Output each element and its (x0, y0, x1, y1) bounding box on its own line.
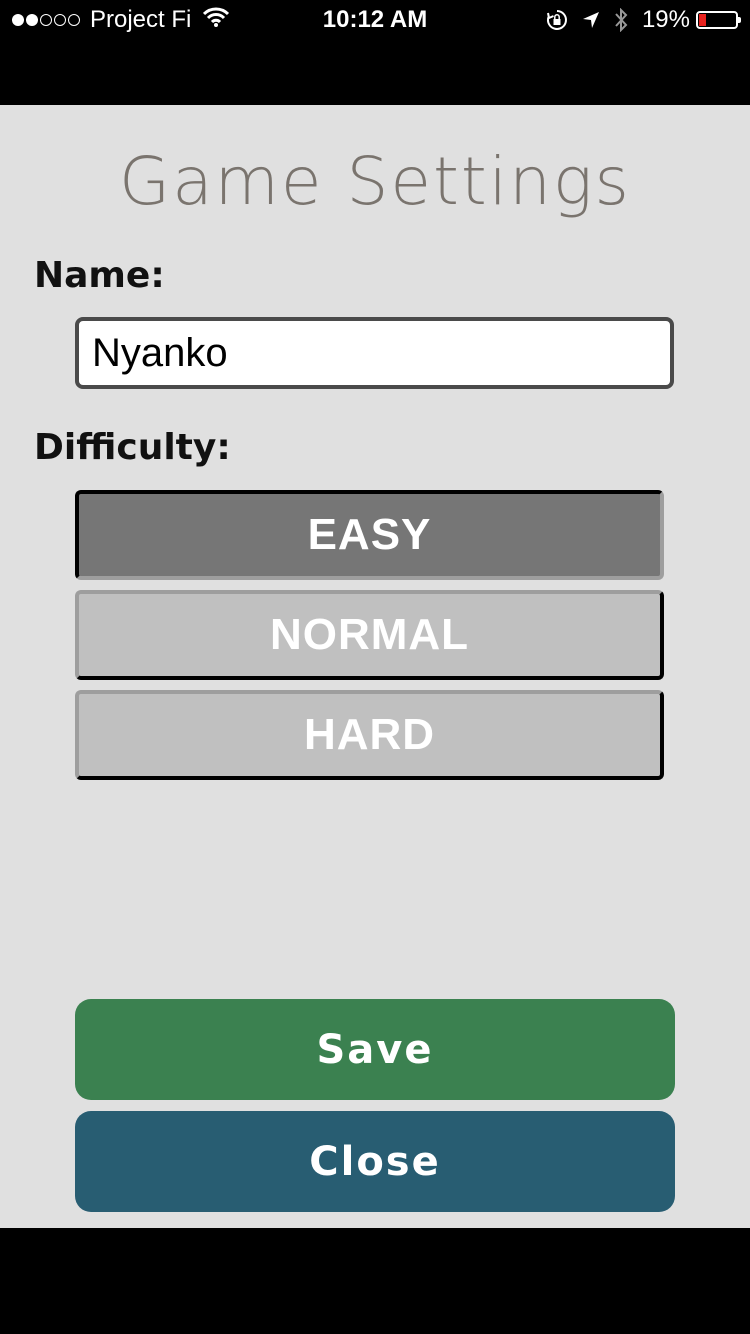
difficulty-hard-button[interactable]: HARD (75, 690, 664, 780)
battery-percent: 19% (641, 6, 690, 33)
difficulty-label: Difficulty: (34, 427, 231, 468)
difficulty-normal-button[interactable]: NORMAL (75, 590, 664, 680)
bluetooth-icon (614, 8, 628, 32)
close-button[interactable]: Close (75, 1111, 675, 1212)
battery-icon (696, 11, 741, 29)
save-button[interactable]: Save (75, 999, 675, 1100)
name-input[interactable] (75, 317, 674, 389)
name-label: Name: (34, 255, 165, 296)
rotation-lock-icon (546, 9, 568, 31)
game-settings-screen: Game Settings Name: Difficulty: EASY NOR… (0, 105, 750, 1228)
status-right: 19% (532, 6, 741, 34)
location-arrow-icon (582, 11, 600, 29)
status-bar: Project Fi 10:12 AM 19% (0, 0, 750, 40)
battery-level (699, 14, 706, 26)
page-title: Game Settings (119, 143, 631, 220)
difficulty-easy-button[interactable]: EASY (75, 490, 664, 580)
